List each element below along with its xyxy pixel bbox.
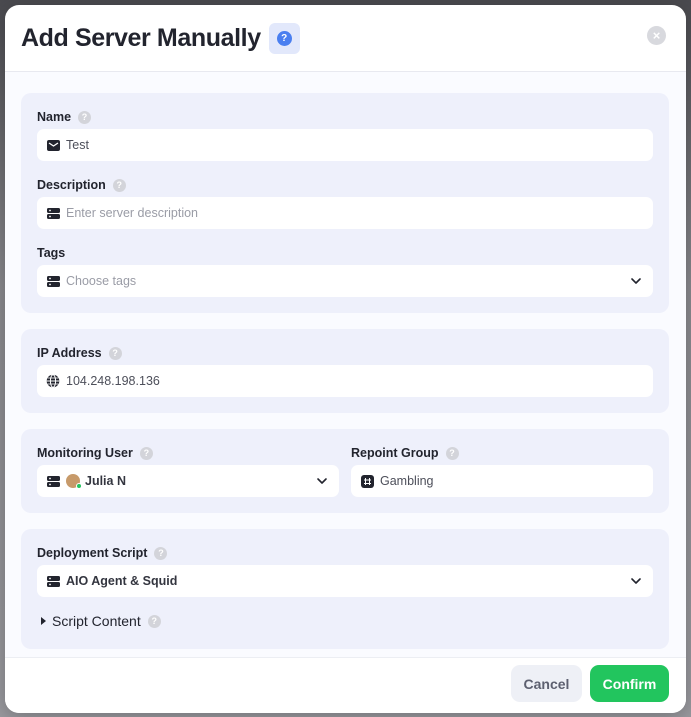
- help-icon[interactable]: ?: [147, 614, 161, 628]
- tags-label: Tags: [37, 246, 65, 260]
- dialog-header: Add Server Manually ? ×: [5, 5, 686, 72]
- ip-input[interactable]: 104.248.198.136: [37, 365, 653, 397]
- chevron-down-icon: [631, 278, 641, 284]
- repoint-group-label-text: Repoint Group: [351, 446, 439, 460]
- ip-label: IP Address ?: [37, 346, 122, 360]
- ip-label-text: IP Address: [37, 346, 102, 360]
- tags-placeholder: Choose tags: [66, 274, 137, 288]
- hash-icon: [360, 474, 374, 488]
- description-input[interactable]: Enter server description: [37, 197, 653, 229]
- monitoring-user-label: Monitoring User ?: [37, 446, 153, 460]
- repoint-group-input[interactable]: Gambling: [351, 465, 653, 497]
- repoint-group-label: Repoint Group ?: [351, 446, 459, 460]
- script-content-toggle[interactable]: Script Content ?: [41, 613, 161, 629]
- ip-value: 104.248.198.136: [66, 374, 160, 388]
- network-card: IP Address ? 104.248.198.136: [21, 329, 669, 413]
- dialog-body: Name ? Test Description ? Enter server d…: [5, 72, 686, 657]
- close-button[interactable]: ×: [647, 26, 666, 45]
- dialog-footer: Cancel Confirm: [5, 657, 686, 713]
- name-label-text: Name: [37, 110, 72, 124]
- add-server-dialog: Add Server Manually ? × Name ? Test Desc…: [5, 5, 686, 713]
- deployment-script-label-text: Deployment Script: [37, 546, 148, 560]
- help-button[interactable]: ?: [268, 22, 300, 54]
- basic-info-card: Name ? Test Description ? Enter server d…: [21, 93, 669, 313]
- question-icon: ?: [276, 30, 292, 46]
- server-icon: [46, 274, 60, 288]
- description-label: Description ?: [37, 178, 126, 192]
- help-icon[interactable]: ?: [112, 178, 126, 192]
- confirm-button[interactable]: Confirm: [590, 665, 669, 702]
- deployment-script-value: AIO Agent & Squid: [66, 574, 178, 588]
- help-icon[interactable]: ?: [108, 346, 122, 360]
- avatar: [66, 474, 82, 489]
- tags-select[interactable]: Choose tags: [37, 265, 653, 297]
- help-icon[interactable]: ?: [154, 546, 168, 560]
- mail-icon: [46, 138, 60, 152]
- monitoring-user-label-text: Monitoring User: [37, 446, 133, 460]
- server-icon: [46, 474, 60, 488]
- deployment-script-label: Deployment Script ?: [37, 546, 168, 560]
- online-status-dot: [76, 483, 82, 489]
- deployment-script-select[interactable]: AIO Agent & Squid: [37, 565, 653, 597]
- cancel-button[interactable]: Cancel: [511, 665, 582, 702]
- dialog-title: Add Server Manually: [21, 23, 261, 52]
- deployment-card: Deployment Script ? AIO Agent & Squid Sc…: [21, 529, 669, 649]
- help-icon[interactable]: ?: [445, 446, 459, 460]
- repoint-group-value: Gambling: [380, 474, 434, 488]
- caret-right-icon: [41, 617, 46, 625]
- chevron-down-icon: [631, 578, 641, 584]
- help-icon[interactable]: ?: [78, 110, 92, 124]
- name-value: Test: [66, 138, 89, 152]
- script-content-label: Script Content: [52, 613, 141, 629]
- monitoring-user-value: Julia N: [85, 474, 126, 488]
- assignment-card: Monitoring User ? Julia N Repoint Group …: [21, 429, 669, 513]
- help-icon[interactable]: ?: [139, 446, 153, 460]
- globe-icon: [46, 374, 60, 388]
- name-input[interactable]: Test: [37, 129, 653, 161]
- server-icon: [46, 206, 60, 220]
- chevron-down-icon: [317, 478, 327, 484]
- name-label: Name ?: [37, 110, 92, 124]
- tags-label-text: Tags: [37, 246, 66, 260]
- description-label-text: Description: [37, 178, 106, 192]
- monitoring-user-select[interactable]: Julia N: [37, 465, 339, 497]
- description-placeholder: Enter server description: [66, 206, 199, 220]
- server-icon: [46, 574, 60, 588]
